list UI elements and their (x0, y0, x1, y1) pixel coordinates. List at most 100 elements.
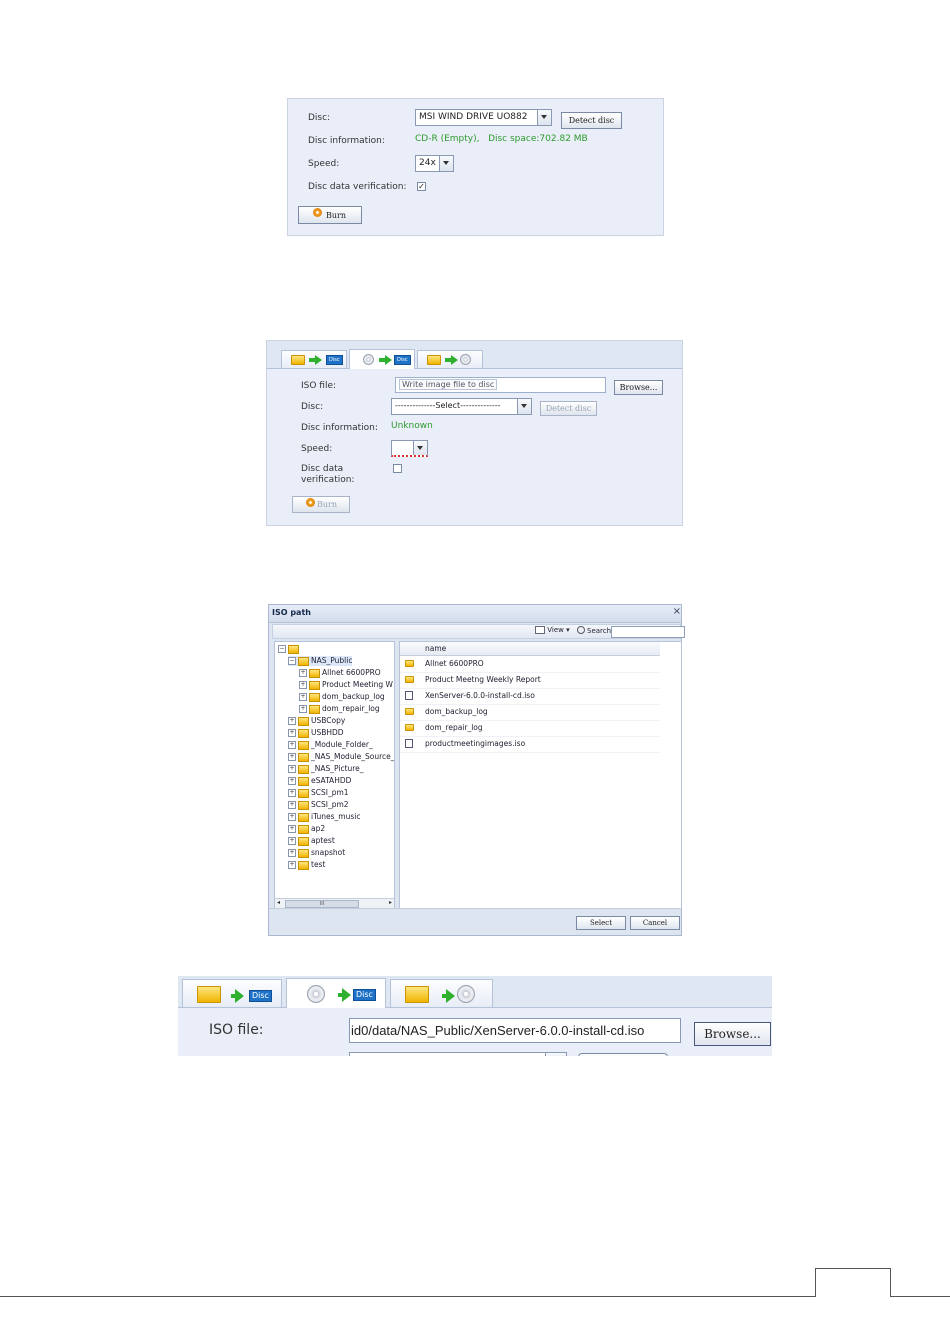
folder-icon (298, 836, 309, 846)
tree-item[interactable]: + aptest (288, 836, 335, 846)
folder-icon (298, 716, 309, 726)
burn-icon (313, 208, 322, 217)
chevron-down-icon (545, 1053, 566, 1056)
disc-label: Disc: (308, 113, 331, 123)
iso-file-input[interactable]: id0/data/NAS_Public/XenServer-6.0.0-inst… (349, 1018, 681, 1043)
tree-root[interactable]: − (278, 644, 301, 654)
tab-data-disc[interactable]: Disc (281, 350, 347, 368)
dialog-title: ISO path (272, 608, 311, 617)
file-name: Allnet 6600PRO (425, 659, 484, 668)
burn-button[interactable]: Burn (298, 206, 362, 224)
collapse-icon: − (278, 645, 286, 653)
tree-item[interactable]: + Allnet 6600PRO (299, 668, 381, 678)
tree-label: dom_repair_log (322, 704, 380, 713)
tab-disc-to-image[interactable] (417, 350, 483, 368)
tree-label: _NAS_Picture_ (311, 764, 364, 773)
folder-icon (309, 692, 320, 702)
page-footer-line (0, 1296, 950, 1297)
tab-disc-to-image[interactable] (390, 979, 493, 1007)
disc-select-partial[interactable] (349, 1052, 567, 1056)
list-item[interactable]: dom_repair_log (400, 720, 660, 737)
chevron-down-icon (517, 399, 531, 414)
browse-button[interactable]: Browse... (614, 380, 663, 395)
close-icon[interactable]: × (673, 606, 681, 617)
verify-checkbox[interactable] (393, 464, 402, 473)
tree-label: test (311, 860, 326, 869)
iso-file-value: id0/data/NAS_Public/XenServer-6.0.0-inst… (351, 1023, 645, 1038)
tree-item[interactable]: + eSATAHDD (288, 776, 351, 786)
iso-file-input[interactable]: Write image file to disc (395, 377, 606, 393)
tree-label: USBHDD (311, 728, 344, 737)
tree-item[interactable]: + _Module_Folder_ (288, 740, 373, 750)
grid-header: name (400, 642, 660, 656)
list-item[interactable]: Allnet 6600PRO (400, 656, 660, 673)
folder-icon (298, 860, 309, 870)
tree-item[interactable]: + _NAS_Module_Source_ (288, 752, 394, 762)
column-header-name[interactable]: name (425, 644, 446, 653)
tree-label: _Module_Folder_ (311, 740, 373, 749)
search-input[interactable] (611, 626, 685, 638)
tree-item-nas-public[interactable]: − NAS_Public (288, 656, 353, 666)
verify-label-line2: verification: (301, 475, 355, 485)
arrow-right-icon (231, 989, 244, 1003)
select-button[interactable]: Select (576, 916, 626, 930)
speed-label: Speed: (308, 159, 340, 169)
tree-item[interactable]: + ap2 (288, 824, 325, 834)
detect-disc-button[interactable]: Detect disc (540, 401, 597, 416)
file-list: Allnet 6600PRO Product Meetng Weekly Rep… (400, 656, 660, 756)
browse-button[interactable]: Browse... (694, 1022, 771, 1046)
folder-icon (298, 656, 309, 666)
list-item[interactable]: dom_backup_log (400, 704, 660, 721)
speed-select[interactable] (391, 440, 428, 457)
list-item[interactable]: XenServer-6.0.0-install-cd.iso (400, 688, 660, 705)
tree-item[interactable]: + iTunes_music (288, 812, 360, 822)
burn-button[interactable]: Burn (292, 496, 350, 513)
tree-item[interactable]: + snapshot (288, 848, 345, 858)
search-label: Search (587, 627, 612, 635)
detect-disc-button-partial[interactable] (578, 1053, 668, 1056)
arrow-right-icon (445, 355, 458, 365)
iso-file-label: ISO file: (209, 1022, 264, 1038)
scroll-thumb-grip: III (319, 901, 325, 907)
tree-item[interactable]: + dom_repair_log (299, 704, 380, 714)
folder-icon (405, 708, 414, 715)
dialog-footer: Select Cancel (269, 908, 681, 935)
disc-select-value: --------------Select-------------- (395, 401, 501, 410)
list-item[interactable]: productmeetingimages.iso (400, 736, 660, 753)
search-icon (577, 626, 585, 634)
disc-select[interactable]: MSI WIND DRIVE UO882 (415, 109, 552, 126)
scroll-right-icon[interactable]: ▸ (389, 899, 392, 906)
scroll-thumb[interactable]: III (285, 900, 359, 908)
tree-item[interactable]: + dom_backup_log (299, 692, 385, 702)
tree-label: SCSI_pm2 (311, 800, 349, 809)
detect-disc-button[interactable]: Detect disc (561, 112, 622, 129)
iso-file-icon (405, 739, 413, 748)
file-name: productmeetingimages.iso (425, 739, 526, 748)
tree-item[interactable]: + test (288, 860, 325, 870)
expand-icon: + (288, 765, 296, 773)
view-menu[interactable]: View ▾ (535, 626, 570, 634)
tree-item[interactable]: + USBCopy (288, 716, 345, 726)
tree-item[interactable]: + SCSI_pm2 (288, 800, 349, 810)
tab-image-to-disc[interactable]: Disc (349, 349, 415, 369)
tree-label: dom_backup_log (322, 692, 385, 701)
disc-select[interactable]: --------------Select-------------- (391, 398, 532, 415)
tree-item[interactable]: + SCSI_pm1 (288, 788, 349, 798)
disc-badge: Disc (353, 989, 376, 1001)
expand-icon: + (288, 753, 296, 761)
list-item[interactable]: Product Meetng Weekly Report (400, 672, 660, 689)
tree-hscrollbar[interactable]: ◂ III ▸ (275, 898, 394, 908)
speed-select-value: 24x (419, 158, 436, 168)
tab-data-disc[interactable]: Disc (182, 979, 282, 1007)
tree-label: NAS_Public (311, 656, 353, 665)
scroll-left-icon[interactable]: ◂ (277, 899, 280, 906)
tree-item[interactable]: + _NAS_Picture_ (288, 764, 364, 774)
cd-icon (460, 354, 471, 365)
speed-select[interactable]: 24x (415, 155, 454, 172)
cancel-button[interactable]: Cancel (630, 916, 680, 930)
verify-checkbox[interactable]: ✓ (417, 182, 426, 191)
tab-image-to-disc[interactable]: Disc (286, 978, 386, 1008)
tree-item[interactable]: + Product Meeting W (299, 680, 393, 690)
folder-tree: − − NAS_Public + Allnet 6600PRO + Product M… (274, 641, 395, 909)
tree-item[interactable]: + USBHDD (288, 728, 344, 738)
